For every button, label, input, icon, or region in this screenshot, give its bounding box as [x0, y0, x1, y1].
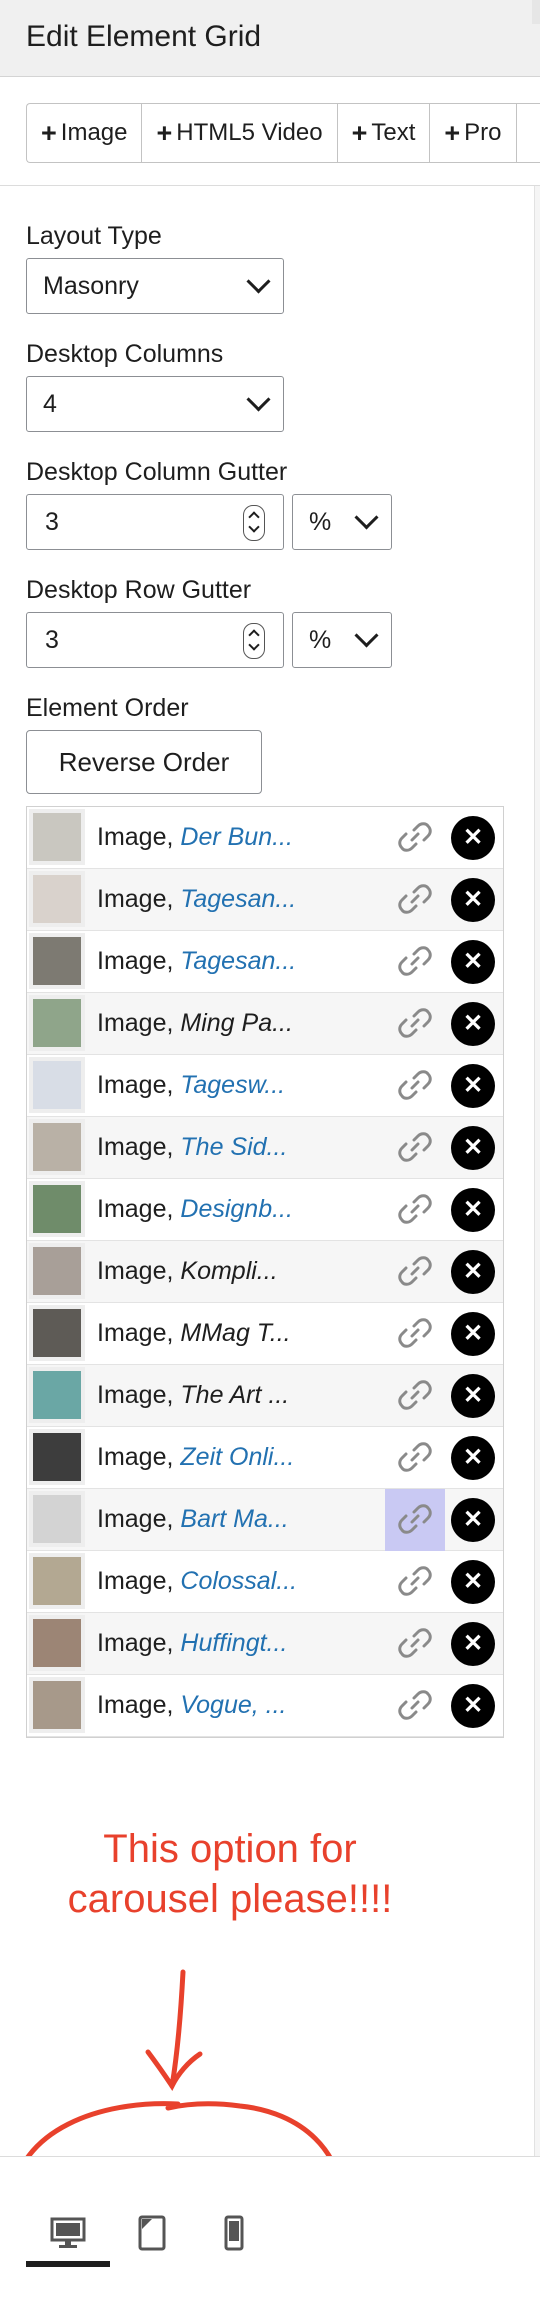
active-device-indicator [26, 2261, 110, 2267]
annotation-drawing [9, 1969, 347, 2300]
tablet-icon[interactable] [132, 2213, 172, 2253]
device-switcher [0, 2156, 540, 2301]
mobile-icon[interactable] [214, 2213, 254, 2253]
desktop-icon[interactable] [48, 2213, 88, 2253]
